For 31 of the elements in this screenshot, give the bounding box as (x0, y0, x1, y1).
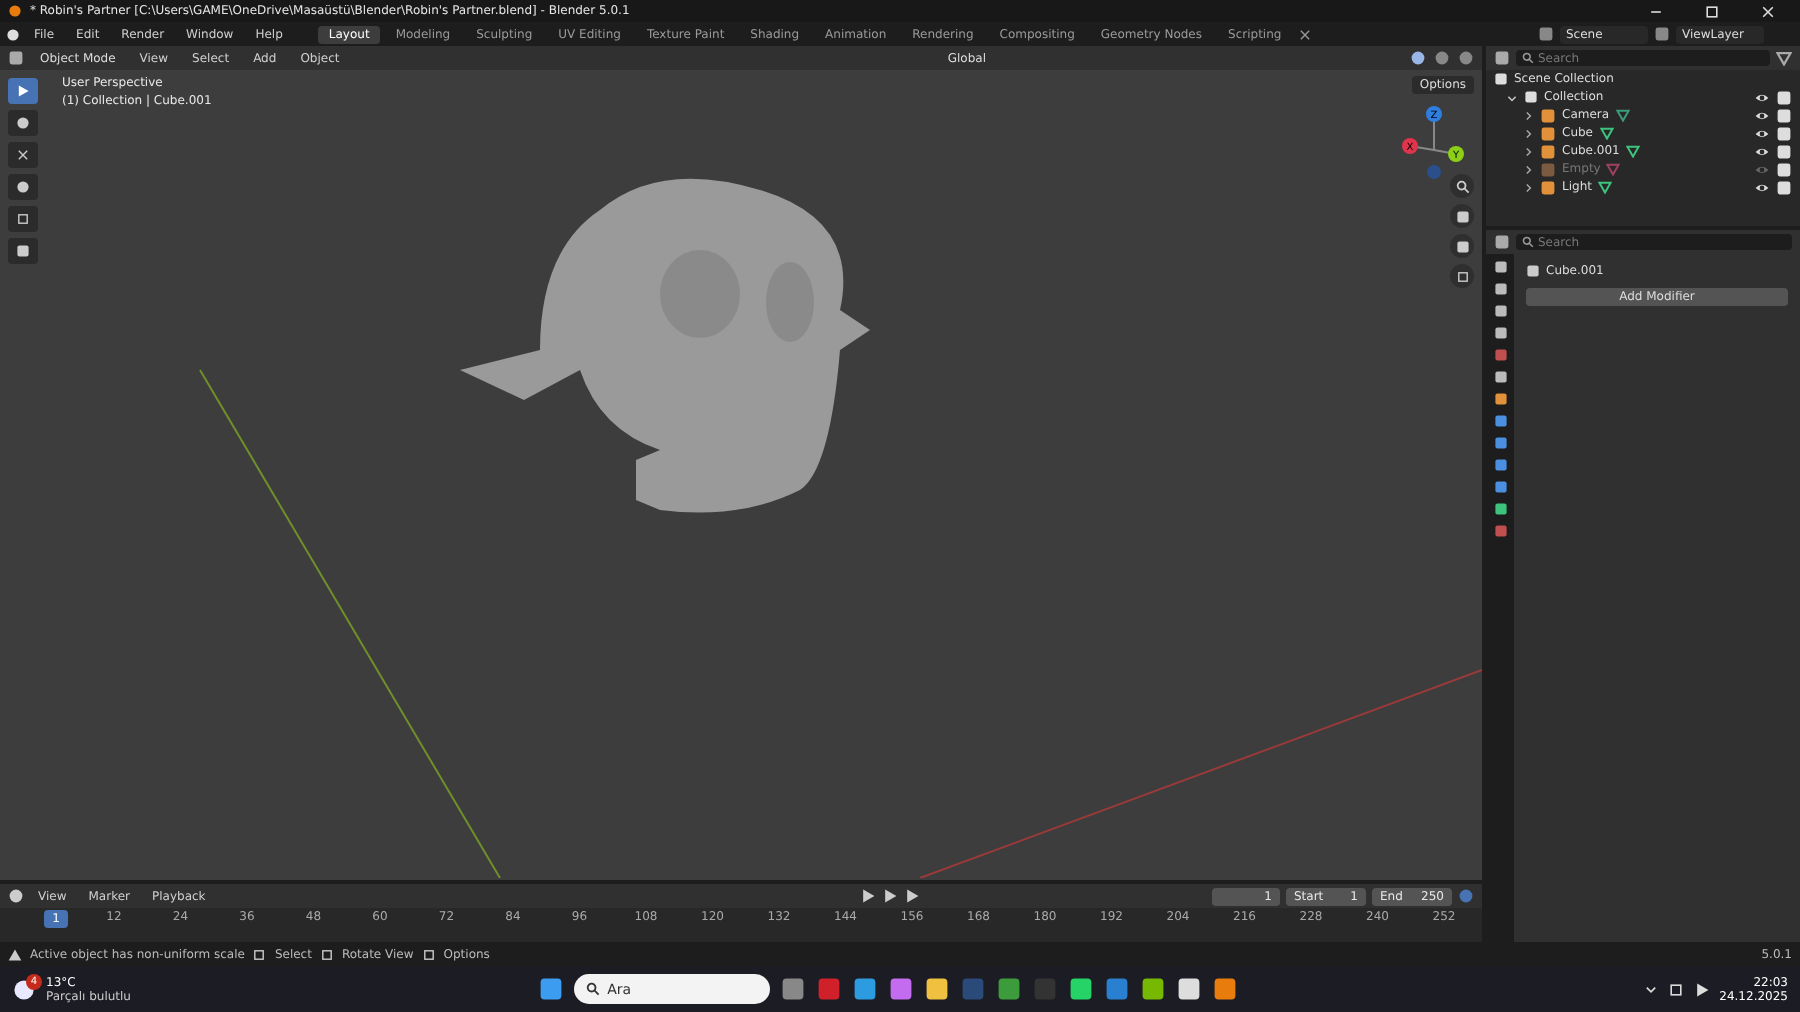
shading-material-icon[interactable] (1434, 50, 1450, 66)
taskbar-app-icon[interactable] (923, 976, 950, 1002)
filter-icon[interactable] (1776, 50, 1792, 66)
search-icon (1455, 179, 1469, 193)
close-icon (1760, 3, 1776, 19)
taskbar-app-icon[interactable] (1211, 976, 1238, 1002)
scale-tool-button[interactable] (8, 206, 38, 232)
grid-view-button[interactable] (1450, 264, 1474, 288)
tray-caret-icon[interactable] (1643, 982, 1658, 996)
taskbar-app-icon[interactable] (1067, 976, 1094, 1002)
move-tool-button[interactable] (8, 142, 38, 168)
transform-tool-button[interactable] (8, 238, 38, 264)
search-icon (1522, 236, 1534, 248)
pan-button[interactable] (1450, 204, 1474, 228)
search-icon (1522, 52, 1534, 64)
rotate-tool-button[interactable] (8, 174, 38, 200)
zoom-button[interactable] (1450, 174, 1474, 198)
warning-icon (8, 947, 22, 961)
shading-render-icon[interactable] (1458, 50, 1474, 66)
taskbar-app-icon[interactable] (1175, 976, 1202, 1002)
cursor-tool-button[interactable] (8, 110, 38, 136)
expand-caret-icon[interactable] (1506, 91, 1518, 103)
play-icon[interactable] (882, 888, 898, 904)
shading-solid-icon[interactable] (1410, 50, 1426, 66)
taskbar-app-icon[interactable] (887, 976, 914, 1002)
taskbar-app-icon[interactable] (851, 976, 878, 1002)
camera-view-button[interactable] (1450, 234, 1474, 258)
maximize-icon (1704, 3, 1720, 19)
taskbar-app-icon[interactable] (1139, 976, 1166, 1002)
search-icon (585, 982, 600, 996)
select-tool-button[interactable] (8, 78, 38, 104)
